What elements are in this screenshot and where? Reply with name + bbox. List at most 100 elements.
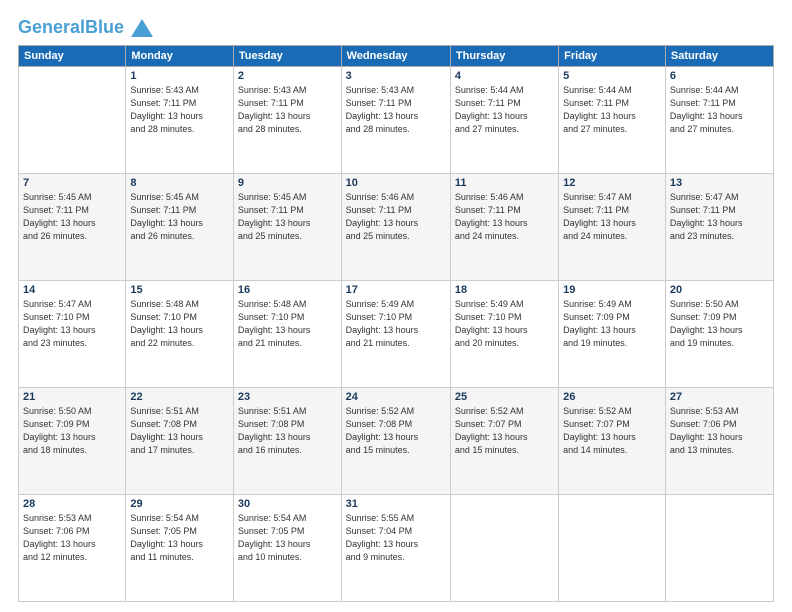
day-info: Sunrise: 5:43 AM Sunset: 7:11 PM Dayligh… xyxy=(238,84,337,136)
day-info: Sunrise: 5:52 AM Sunset: 7:07 PM Dayligh… xyxy=(455,405,554,457)
day-info: Sunrise: 5:46 AM Sunset: 7:11 PM Dayligh… xyxy=(455,191,554,243)
day-number: 8 xyxy=(130,177,229,189)
day-number: 10 xyxy=(346,177,446,189)
week-row-4: 21 Sunrise: 5:50 AM Sunset: 7:09 PM Dayli… xyxy=(19,388,774,495)
day-number: 28 xyxy=(23,498,121,510)
day-cell: 11 Sunrise: 5:46 AM Sunset: 7:11 PM Dayli… xyxy=(450,174,558,281)
day-number: 13 xyxy=(670,177,769,189)
day-cell: 13Sunrise: 5:47 AM Sunset: 7:11 PM Dayli… xyxy=(665,174,773,281)
calendar-table: SundayMondayTuesdayWednesdayThursdayFrid… xyxy=(18,45,774,602)
day-number: 27 xyxy=(670,391,769,403)
day-cell: 3 Sunrise: 5:43 AM Sunset: 7:11 PM Daylig… xyxy=(341,67,450,174)
day-info: Sunrise: 5:44 AM Sunset: 7:11 PM Dayligh… xyxy=(563,84,661,136)
day-cell: 15 Sunrise: 5:48 AM Sunset: 7:10 PM Dayli… xyxy=(126,281,234,388)
day-cell: 21 Sunrise: 5:50 AM Sunset: 7:09 PM Dayli… xyxy=(19,388,126,495)
week-row-5: 28 Sunrise: 5:53 AM Sunset: 7:06 PM Dayli… xyxy=(19,495,774,602)
weekday-wednesday: Wednesday xyxy=(341,46,450,67)
day-info: Sunrise: 5:44 AM Sunset: 7:11 PM Dayligh… xyxy=(670,84,769,136)
day-cell xyxy=(559,495,666,602)
page: GeneralBlue SundayMondayTuesdayWednesday… xyxy=(0,0,792,612)
week-row-2: 7 Sunrise: 5:45 AM Sunset: 7:11 PM Daylig… xyxy=(19,174,774,281)
weekday-friday: Friday xyxy=(559,46,666,67)
day-cell: 8 Sunrise: 5:45 AM Sunset: 7:11 PM Daylig… xyxy=(126,174,234,281)
day-info: Sunrise: 5:53 AM Sunset: 7:06 PM Dayligh… xyxy=(23,512,121,564)
day-number: 31 xyxy=(346,498,446,510)
day-cell: 4 Sunrise: 5:44 AM Sunset: 7:11 PM Daylig… xyxy=(450,67,558,174)
day-number: 21 xyxy=(23,391,121,403)
day-info: Sunrise: 5:54 AM Sunset: 7:05 PM Dayligh… xyxy=(130,512,229,564)
day-info: Sunrise: 5:45 AM Sunset: 7:11 PM Dayligh… xyxy=(130,191,229,243)
day-cell: 31 Sunrise: 5:55 AM Sunset: 7:04 PM Dayli… xyxy=(341,495,450,602)
day-info: Sunrise: 5:49 AM Sunset: 7:10 PM Dayligh… xyxy=(346,298,446,350)
day-number: 11 xyxy=(455,177,554,189)
day-info: Sunrise: 5:45 AM Sunset: 7:11 PM Dayligh… xyxy=(238,191,337,243)
day-number: 25 xyxy=(455,391,554,403)
day-cell: 17 Sunrise: 5:49 AM Sunset: 7:10 PM Dayli… xyxy=(341,281,450,388)
day-info: Sunrise: 5:47 AM Sunset: 7:11 PM Dayligh… xyxy=(563,191,661,243)
day-number: 16 xyxy=(238,284,337,296)
day-number: 3 xyxy=(346,70,446,82)
day-number: 18 xyxy=(455,284,554,296)
weekday-monday: Monday xyxy=(126,46,234,67)
day-cell xyxy=(450,495,558,602)
week-row-1: 1 Sunrise: 5:43 AM Sunset: 7:11 PM Daylig… xyxy=(19,67,774,174)
day-number: 7 xyxy=(23,177,121,189)
day-info: Sunrise: 5:44 AM Sunset: 7:11 PM Dayligh… xyxy=(455,84,554,136)
day-info: Sunrise: 5:52 AM Sunset: 7:08 PM Dayligh… xyxy=(346,405,446,457)
day-info: Sunrise: 5:51 AM Sunset: 7:08 PM Dayligh… xyxy=(130,405,229,457)
day-cell: 1 Sunrise: 5:43 AM Sunset: 7:11 PM Daylig… xyxy=(126,67,234,174)
day-number: 6 xyxy=(670,70,769,82)
day-number: 29 xyxy=(130,498,229,510)
day-number: 12 xyxy=(563,177,661,189)
day-number: 23 xyxy=(238,391,337,403)
day-cell xyxy=(19,67,126,174)
day-cell: 16 Sunrise: 5:48 AM Sunset: 7:10 PM Dayli… xyxy=(233,281,341,388)
day-info: Sunrise: 5:46 AM Sunset: 7:11 PM Dayligh… xyxy=(346,191,446,243)
day-cell: 18 Sunrise: 5:49 AM Sunset: 7:10 PM Dayli… xyxy=(450,281,558,388)
day-info: Sunrise: 5:50 AM Sunset: 7:09 PM Dayligh… xyxy=(670,298,769,350)
day-number: 20 xyxy=(670,284,769,296)
day-info: Sunrise: 5:45 AM Sunset: 7:11 PM Dayligh… xyxy=(23,191,121,243)
day-cell: 27 Sunrise: 5:53 AM Sunset: 7:06 PM Dayli… xyxy=(665,388,773,495)
day-cell: 5 Sunrise: 5:44 AM Sunset: 7:11 PM Daylig… xyxy=(559,67,666,174)
day-info: Sunrise: 5:49 AM Sunset: 7:10 PM Dayligh… xyxy=(455,298,554,350)
day-cell xyxy=(665,495,773,602)
day-info: Sunrise: 5:51 AM Sunset: 7:08 PM Dayligh… xyxy=(238,405,337,457)
day-cell: 6 Sunrise: 5:44 AM Sunset: 7:11 PM Daylig… xyxy=(665,67,773,174)
day-cell: 19 Sunrise: 5:49 AM Sunset: 7:09 PM Dayli… xyxy=(559,281,666,388)
day-number: 15 xyxy=(130,284,229,296)
day-info: Sunrise: 5:47 AM Sunset: 7:10 PM Dayligh… xyxy=(23,298,121,350)
day-info: Sunrise: 5:43 AM Sunset: 7:11 PM Dayligh… xyxy=(346,84,446,136)
week-row-3: 14 Sunrise: 5:47 AM Sunset: 7:10 PM Dayli… xyxy=(19,281,774,388)
day-cell: 28 Sunrise: 5:53 AM Sunset: 7:06 PM Dayli… xyxy=(19,495,126,602)
logo-blue: Blue xyxy=(85,17,124,37)
day-info: Sunrise: 5:50 AM Sunset: 7:09 PM Dayligh… xyxy=(23,405,121,457)
day-cell: 10 Sunrise: 5:46 AM Sunset: 7:11 PM Dayli… xyxy=(341,174,450,281)
day-info: Sunrise: 5:54 AM Sunset: 7:05 PM Dayligh… xyxy=(238,512,337,564)
day-cell: 22Sunrise: 5:51 AM Sunset: 7:08 PM Dayli… xyxy=(126,388,234,495)
weekday-header-row: SundayMondayTuesdayWednesdayThursdayFrid… xyxy=(19,46,774,67)
day-info: Sunrise: 5:43 AM Sunset: 7:11 PM Dayligh… xyxy=(130,84,229,136)
day-info: Sunrise: 5:53 AM Sunset: 7:06 PM Dayligh… xyxy=(670,405,769,457)
day-info: Sunrise: 5:49 AM Sunset: 7:09 PM Dayligh… xyxy=(563,298,661,350)
day-info: Sunrise: 5:48 AM Sunset: 7:10 PM Dayligh… xyxy=(238,298,337,350)
day-number: 4 xyxy=(455,70,554,82)
day-cell: 20 Sunrise: 5:50 AM Sunset: 7:09 PM Dayli… xyxy=(665,281,773,388)
day-number: 19 xyxy=(563,284,661,296)
day-number: 9 xyxy=(238,177,337,189)
day-info: Sunrise: 5:48 AM Sunset: 7:10 PM Dayligh… xyxy=(130,298,229,350)
day-number: 17 xyxy=(346,284,446,296)
day-number: 1 xyxy=(130,70,229,82)
day-number: 24 xyxy=(346,391,446,403)
day-info: Sunrise: 5:55 AM Sunset: 7:04 PM Dayligh… xyxy=(346,512,446,564)
weekday-tuesday: Tuesday xyxy=(233,46,341,67)
logo-general: General xyxy=(18,17,85,37)
day-cell: 14 Sunrise: 5:47 AM Sunset: 7:10 PM Dayli… xyxy=(19,281,126,388)
header: GeneralBlue xyxy=(18,18,774,37)
day-cell: 7 Sunrise: 5:45 AM Sunset: 7:11 PM Daylig… xyxy=(19,174,126,281)
day-number: 5 xyxy=(563,70,661,82)
day-number: 14 xyxy=(23,284,121,296)
day-cell: 29 Sunrise: 5:54 AM Sunset: 7:05 PM Dayli… xyxy=(126,495,234,602)
logo-icon xyxy=(131,19,153,37)
day-cell: 23 Sunrise: 5:51 AM Sunset: 7:08 PM Dayli… xyxy=(233,388,341,495)
